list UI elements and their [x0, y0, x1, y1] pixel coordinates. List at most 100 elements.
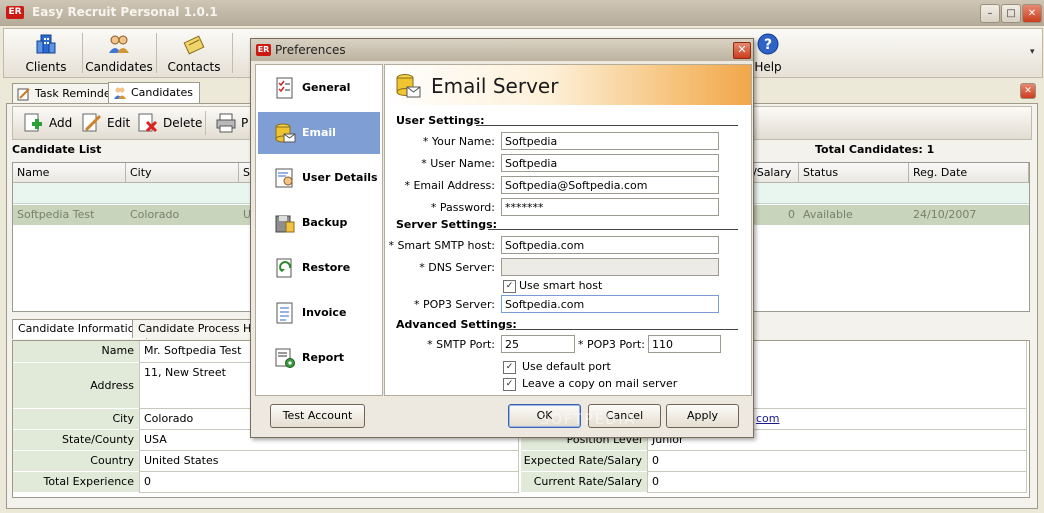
- tab-candidates-label: Candidates: [131, 86, 193, 99]
- cell-status: Available: [803, 208, 853, 221]
- checklist-icon: [276, 77, 293, 99]
- close-tab-button[interactable]: ✕: [1020, 83, 1036, 99]
- toolbar-candidates-button[interactable]: Candidates: [84, 29, 154, 77]
- your-name-field[interactable]: Softpedia: [501, 132, 719, 150]
- watermark: SOFTPEDIA: [540, 412, 637, 428]
- backup-icon: [275, 215, 295, 233]
- nav-item-label: Backup: [302, 216, 348, 229]
- add-button[interactable]: Add: [23, 107, 72, 139]
- email-server-panel: Email Server User Settings: * Your Name:…: [384, 64, 752, 396]
- help-icon: ?: [757, 33, 779, 55]
- edit-icon: [82, 113, 102, 132]
- clients-icon: [36, 34, 56, 54]
- dialog-close-button[interactable]: ✕: [733, 42, 751, 59]
- toolbar-separator: [232, 33, 233, 73]
- email-address-label: * Email Address:: [404, 179, 495, 192]
- delete-label: Delete: [163, 116, 203, 130]
- user-name-field[interactable]: Softpedia: [501, 154, 719, 172]
- toolbar-clients-button[interactable]: Clients: [12, 29, 80, 77]
- section-divider: [488, 229, 738, 230]
- leave-copy-checkbox[interactable]: ✓: [503, 378, 516, 391]
- candidates-icon: [114, 87, 126, 99]
- apply-button[interactable]: Apply: [666, 404, 739, 428]
- your-name-label: * Your Name:: [422, 135, 495, 148]
- user-details-icon: [275, 168, 293, 188]
- pop3-server-label: * POP3 Server:: [413, 298, 495, 311]
- column-header-reg-date[interactable]: Reg. Date: [909, 163, 1029, 183]
- nav-item-label: Report: [302, 351, 345, 364]
- email-server-icon: [396, 74, 421, 98]
- print-button[interactable]: P: [215, 107, 248, 139]
- window-title: Easy Recruit Personal 1.0.1: [32, 5, 218, 19]
- info-label: State/County: [13, 430, 139, 451]
- info-label: Current Rate/Salary: [521, 472, 647, 493]
- print-icon: [216, 113, 236, 133]
- app-logo-icon: ER: [6, 6, 24, 19]
- smtp-host-field[interactable]: Softpedia.com: [501, 236, 719, 254]
- report-icon: [275, 348, 295, 368]
- pop3-server-field[interactable]: Softpedia.com: [501, 295, 719, 313]
- tab-candidates[interactable]: Candidates: [108, 82, 200, 104]
- panel-title: Email Server: [431, 74, 559, 98]
- info-label: Expected Rate/Salary: [521, 451, 647, 472]
- column-header-salary[interactable]: /Salary: [749, 163, 799, 183]
- delete-icon: [138, 113, 158, 133]
- tab-candidate-information[interactable]: Candidate Information: [12, 319, 148, 339]
- dialog-title-bar: ER Preferences ✕: [251, 39, 753, 61]
- smtp-port-label: * SMTP Port:: [427, 338, 495, 351]
- task-reminder-icon: [17, 88, 30, 101]
- restore-icon: [276, 258, 292, 278]
- close-button[interactable]: ✕: [1022, 4, 1042, 23]
- panel-header: Email Server: [385, 65, 751, 105]
- toolbar-help-label: Help: [754, 60, 782, 74]
- column-header-name[interactable]: Name: [13, 163, 126, 183]
- info-label: City: [13, 409, 139, 430]
- nav-item-general[interactable]: General: [258, 67, 380, 109]
- info-label: Address: [13, 363, 139, 409]
- candidates-icon: [109, 35, 129, 53]
- password-field[interactable]: *******: [501, 198, 719, 216]
- email-server-icon: [275, 123, 296, 143]
- info-label: Name: [13, 341, 139, 363]
- title-bar: ER Easy Recruit Personal 1.0.1 – □ ✕: [0, 0, 1044, 26]
- use-smart-host-checkbox[interactable]: ✓: [503, 280, 516, 293]
- test-account-button[interactable]: Test Account: [270, 404, 365, 428]
- dialog-title: Preferences: [275, 43, 346, 57]
- toolbar-help-button[interactable]: ? Help: [748, 29, 788, 77]
- candidate-list-title: Candidate List: [12, 143, 102, 156]
- toolbar-candidates-label: Candidates: [85, 60, 153, 74]
- cell-city: Colorado: [130, 208, 180, 221]
- info-value: 0: [647, 472, 1027, 493]
- svg-text:?: ?: [764, 37, 772, 53]
- contacts-icon: [183, 35, 205, 55]
- password-label: * Password:: [430, 201, 495, 214]
- maximize-button[interactable]: □: [1001, 4, 1021, 23]
- advanced-settings-heading: Advanced Settings:: [396, 318, 517, 331]
- toolbar-separator: [156, 33, 157, 73]
- toolbar-contacts-button[interactable]: Contacts: [158, 29, 230, 77]
- delete-button[interactable]: Delete: [137, 107, 202, 139]
- edit-button[interactable]: Edit: [81, 107, 130, 139]
- use-default-port-checkbox[interactable]: ✓: [503, 361, 516, 374]
- user-name-label: * User Name:: [421, 157, 495, 170]
- tab-task-reminder-label: Task Reminder: [35, 87, 116, 100]
- column-header-status[interactable]: Status: [799, 163, 909, 183]
- dns-server-field[interactable]: [501, 258, 719, 276]
- tab-task-reminder[interactable]: Task Reminder: [12, 83, 123, 104]
- app-logo-icon: ER: [256, 44, 271, 56]
- minimize-button[interactable]: –: [980, 4, 1000, 23]
- column-header-city[interactable]: City: [126, 163, 239, 183]
- add-label: Add: [49, 116, 73, 130]
- total-candidates: Total Candidates: 1: [815, 143, 935, 156]
- section-divider: [476, 125, 738, 126]
- email-address-field[interactable]: Softpedia@Softpedia.com: [501, 176, 719, 194]
- use-default-port-label: Use default port: [522, 360, 611, 373]
- toolbar-clients-label: Clients: [25, 60, 67, 74]
- smtp-host-label: * Smart SMTP host:: [388, 239, 495, 252]
- pop3-port-field[interactable]: 110: [648, 335, 721, 353]
- use-smart-host-label: Use smart host: [519, 279, 603, 292]
- smtp-port-field[interactable]: 25: [501, 335, 575, 353]
- toolbar-overflow-icon[interactable]: ▾: [1030, 47, 1035, 57]
- nav-item-label: General: [302, 81, 351, 94]
- preferences-dialog: ER Preferences ✕ General Email Server Us…: [250, 38, 754, 438]
